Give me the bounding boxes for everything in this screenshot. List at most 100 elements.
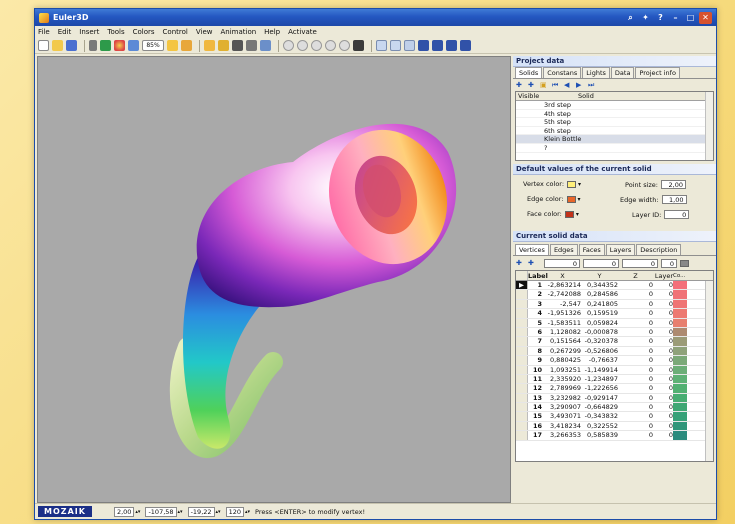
menu-colors[interactable]: Colors [133, 28, 155, 36]
prev-icon[interactable]: ◀ [564, 81, 571, 89]
cell-color-swatch[interactable] [673, 393, 687, 403]
table-row[interactable]: 16 3,418234 0,322552 0 0 [516, 421, 713, 432]
tab-data[interactable]: Data [610, 67, 635, 78]
add-icon[interactable]: ✚ [516, 259, 523, 267]
menu-view[interactable]: View [196, 28, 213, 36]
chevron-down-icon[interactable]: ▾ [576, 211, 579, 218]
rewind-icon[interactable] [325, 40, 336, 51]
tab-description[interactable]: Description [636, 244, 682, 255]
edge-width-input[interactable]: 1,00 [661, 195, 687, 204]
grid-icon[interactable] [376, 40, 387, 51]
search-icon[interactable]: ⌕ [624, 12, 637, 24]
cell-color-swatch[interactable] [673, 403, 687, 412]
list-item[interactable]: 5th step [516, 118, 713, 127]
chevron-down-icon[interactable]: ▾ [578, 196, 581, 203]
edge-color-swatch[interactable] [566, 195, 576, 203]
table-row[interactable]: ▶ 1 -2,863214 0,344352 0 0 [516, 281, 713, 291]
view-tool-icon[interactable] [128, 40, 139, 51]
stop-icon[interactable] [297, 40, 308, 51]
table-scrollbar[interactable] [705, 281, 713, 461]
cell-color-swatch[interactable] [673, 365, 687, 374]
table-row[interactable]: 5 -1,583511 0,059824 0 0 [516, 318, 713, 328]
add-icon[interactable]: ✚ [516, 81, 523, 89]
prev-icon[interactable] [432, 40, 443, 51]
chevron-down-icon[interactable]: ▾ [578, 181, 581, 188]
zoom-field[interactable]: 85% [142, 40, 164, 51]
play-icon[interactable] [339, 40, 350, 51]
cell-color-swatch[interactable] [673, 421, 687, 431]
menu-help[interactable]: Help [264, 28, 280, 36]
list-item[interactable]: 4th step [516, 110, 713, 119]
fill-icon[interactable] [218, 40, 229, 51]
tab-faces[interactable]: Faces [578, 244, 605, 255]
menu-activate[interactable]: Activate [288, 28, 317, 36]
minimize-button[interactable]: – [669, 12, 682, 24]
cell-color-swatch[interactable] [673, 327, 687, 337]
list-item[interactable]: 3rd step [516, 101, 713, 110]
table-icon[interactable] [390, 40, 401, 51]
tab-vertices[interactable]: Vertices [515, 244, 549, 255]
cell-color-swatch[interactable] [673, 346, 687, 356]
help-icon[interactable]: ? [654, 12, 667, 24]
table-row[interactable]: 4 -1,951326 0,159519 0 0 [516, 309, 713, 319]
paint-icon[interactable] [204, 40, 215, 51]
last-icon[interactable]: ⏭ [588, 81, 595, 89]
menu-file[interactable]: File [38, 28, 50, 36]
layer-id-input[interactable]: 0 [664, 210, 690, 219]
camera-icon[interactable] [353, 40, 364, 51]
find-icon[interactable] [404, 40, 415, 51]
table-row[interactable]: 12 2,789969 -1,222656 0 0 [516, 384, 713, 394]
close-button[interactable]: ✕ [699, 11, 712, 24]
next-icon[interactable] [446, 40, 457, 51]
cell-color-swatch[interactable] [673, 431, 687, 440]
vertices-table[interactable]: Label X Y Z Layer Co... ▶ 1 -2,863214 0,344… [515, 270, 714, 462]
point-size-input[interactable]: 2,00 [661, 180, 686, 189]
light-icon[interactable] [167, 40, 178, 51]
cell-color-swatch[interactable] [673, 290, 687, 299]
list-item[interactable]: ? [516, 144, 713, 153]
save-icon[interactable] [66, 40, 77, 51]
shade-tool-icon[interactable] [114, 40, 125, 51]
first-icon[interactable]: ⏮ [552, 81, 559, 89]
pin-icon[interactable]: ✦ [639, 12, 652, 24]
cell-color-swatch[interactable] [673, 299, 687, 309]
solids-list[interactable]: Visible Solid 3rd step 4th step 5th step… [515, 91, 714, 161]
next-icon[interactable]: ▶ [576, 81, 583, 89]
new-file-icon[interactable] [38, 40, 49, 51]
table-row[interactable]: 11 2,335920 -1,234897 0 0 [516, 374, 713, 385]
table-row[interactable]: 15 3,493071 -0,343832 0 0 [516, 412, 713, 422]
color-filter-swatch[interactable] [680, 259, 689, 267]
pause-icon[interactable] [311, 40, 322, 51]
menu-control[interactable]: Control [163, 28, 188, 36]
cell-color-swatch[interactable] [673, 356, 687, 365]
tab-edges[interactable]: Edges [549, 244, 578, 255]
filter-field[interactable]: 0 [583, 258, 619, 268]
table-row[interactable]: 17 3,266353 0,585839 0 0 [516, 431, 713, 441]
tab-layers[interactable]: Layers [605, 244, 636, 255]
3d-viewport[interactable] [37, 56, 511, 503]
cell-color-swatch[interactable] [673, 309, 687, 318]
table-row[interactable]: 13 3,232982 -0,929147 0 0 [516, 393, 713, 404]
table-row[interactable]: 3 -2,547 0,241805 0 0 [516, 299, 713, 310]
maximize-button[interactable]: □ [684, 12, 697, 24]
filter-field[interactable]: 0 [661, 258, 677, 268]
menu-insert[interactable]: Insert [79, 28, 99, 36]
find-icon[interactable]: ▣ [540, 81, 547, 89]
table-row[interactable]: 6 1,128082 -0,000878 0 0 [516, 327, 713, 338]
list-item-selected[interactable]: Klein Bottle [516, 135, 713, 144]
tab-constans[interactable]: Constans [543, 67, 582, 78]
open-folder-icon[interactable] [52, 40, 63, 51]
tab-lights[interactable]: Lights [582, 67, 610, 78]
line-tool-icon[interactable] [89, 40, 97, 51]
first-icon[interactable] [418, 40, 429, 51]
tab-solids[interactable]: Solids [515, 67, 543, 78]
last-icon[interactable] [460, 40, 471, 51]
menu-tools[interactable]: Tools [107, 28, 124, 36]
filter-field[interactable]: 0 [544, 258, 580, 268]
table-row[interactable]: 2 -2,742088 0,284586 0 0 [516, 290, 713, 300]
cell-color-swatch[interactable] [673, 384, 687, 393]
list-item[interactable]: 6th step [516, 127, 713, 136]
table-row[interactable]: 9 0,880425 -0,76637 0 0 [516, 356, 713, 366]
color-picker-icon[interactable] [232, 40, 243, 51]
cell-color-swatch[interactable] [673, 374, 687, 384]
